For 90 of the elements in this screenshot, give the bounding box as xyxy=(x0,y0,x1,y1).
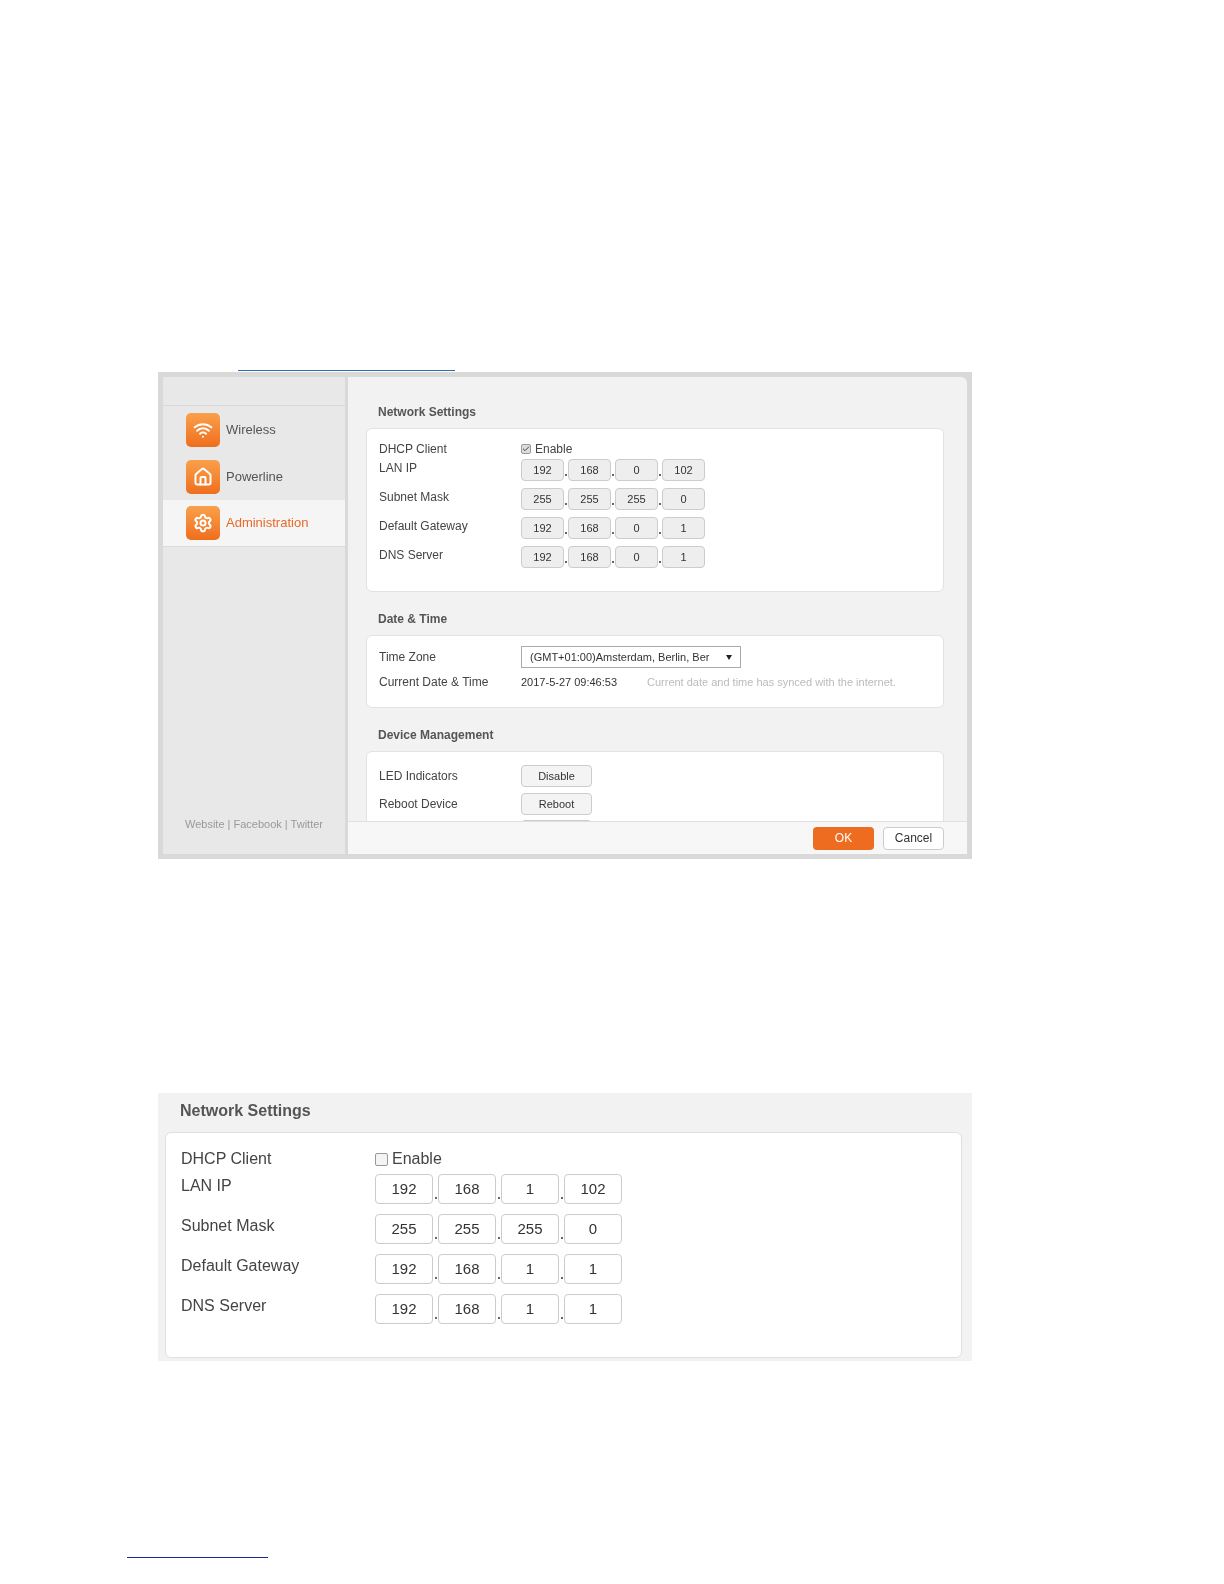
enable-checkbox[interactable] xyxy=(521,444,531,454)
octet-separator xyxy=(612,503,614,505)
field-label: LAN IP xyxy=(379,460,418,477)
device-action-button[interactable]: Reboot xyxy=(521,793,592,815)
sync-note: Current date and time has synced with the internet. xyxy=(647,674,896,690)
ip-octet-field[interactable]: 255 xyxy=(501,1214,559,1244)
ip-octet-field[interactable]: 168 xyxy=(438,1254,496,1284)
ip-octet-field[interactable]: 0 xyxy=(615,546,658,568)
octet-separator xyxy=(612,561,614,563)
enable-label: Enable xyxy=(392,1149,442,1169)
ip-octet-field[interactable]: 102 xyxy=(564,1174,622,1204)
octet-separator xyxy=(560,1197,563,1199)
enable-label: Enable xyxy=(535,441,573,458)
ip-octet-field[interactable]: 192 xyxy=(375,1174,433,1204)
octet-separator xyxy=(560,1277,563,1279)
octet-separator xyxy=(434,1317,437,1319)
octet-separator xyxy=(560,1237,563,1239)
octet-separator xyxy=(560,1317,563,1319)
octet-separator xyxy=(497,1317,500,1319)
octet-separator xyxy=(565,532,567,534)
ip-octet-field[interactable]: 1 xyxy=(501,1254,559,1284)
field-label: Default Gateway xyxy=(181,1256,301,1276)
ip-octet-field[interactable]: 0 xyxy=(615,459,658,481)
ip-octet-field[interactable]: 168 xyxy=(568,459,611,481)
ip-octet-field[interactable]: 1 xyxy=(501,1294,559,1324)
octet-separator xyxy=(659,503,661,505)
ip-octet-field[interactable]: 1 xyxy=(501,1174,559,1204)
enable-checkbox[interactable] xyxy=(375,1152,388,1166)
field-label: Subnet Mask xyxy=(181,1216,276,1236)
section-title: Network Settings xyxy=(378,404,477,421)
field-label: LED Indicators xyxy=(379,768,459,785)
field-label: Default Gateway xyxy=(379,518,469,535)
octet-separator xyxy=(565,561,567,563)
dhcp-client-label: DHCP Client xyxy=(181,1149,273,1169)
ip-octet-field[interactable]: 192 xyxy=(521,546,564,568)
field-label: LAN IP xyxy=(181,1176,233,1196)
section-title: Date & Time xyxy=(378,611,449,628)
octet-separator xyxy=(612,474,614,476)
octet-separator xyxy=(659,561,661,563)
octet-separator xyxy=(497,1197,500,1199)
octet-separator xyxy=(497,1277,500,1279)
field-label: DNS Server xyxy=(379,547,444,564)
octet-separator xyxy=(565,474,567,476)
octet-separator xyxy=(565,503,567,505)
sidebar-item[interactable]: Wireless xyxy=(163,406,345,453)
octet-separator xyxy=(659,474,661,476)
ip-octet-field[interactable]: 255 xyxy=(521,488,564,510)
ip-octet-field[interactable]: 192 xyxy=(375,1294,433,1324)
section-title: Network Settings xyxy=(180,1101,312,1121)
device-action-button[interactable]: Disable xyxy=(521,765,592,787)
octet-separator xyxy=(434,1237,437,1239)
field-label: Current Date & Time xyxy=(379,674,490,691)
dhcp-client-label: DHCP Client xyxy=(379,441,448,458)
ip-octet-field[interactable]: 255 xyxy=(438,1214,496,1244)
field-label: Time Zone xyxy=(379,649,437,666)
ip-octet-field[interactable]: 168 xyxy=(438,1174,496,1204)
wifi-icon xyxy=(186,412,220,447)
ip-octet-field[interactable]: 255 xyxy=(568,488,611,510)
ip-octet-field[interactable]: 255 xyxy=(375,1214,433,1244)
ip-octet-field[interactable]: 1 xyxy=(662,546,705,568)
octet-separator xyxy=(612,532,614,534)
ip-octet-field[interactable]: 192 xyxy=(375,1254,433,1284)
gear-icon xyxy=(186,506,220,540)
ip-octet-field[interactable]: 1 xyxy=(564,1294,622,1324)
ip-octet-field[interactable]: 168 xyxy=(568,546,611,568)
ip-octet-field[interactable]: 192 xyxy=(521,459,564,481)
date-time-value: 2017-5-27 09:46:53 xyxy=(521,674,619,690)
ip-octet-field[interactable]: 102 xyxy=(662,459,705,481)
house-icon xyxy=(186,459,220,494)
field-label: Subnet Mask xyxy=(379,489,451,506)
cancel-button[interactable]: Cancel xyxy=(883,826,944,850)
field-label: Reboot Device xyxy=(379,796,459,813)
octet-separator xyxy=(434,1277,437,1279)
ip-octet-field[interactable]: 255 xyxy=(615,488,658,510)
ip-octet-field[interactable]: 168 xyxy=(568,517,611,539)
octet-separator xyxy=(659,532,661,534)
ip-octet-field[interactable]: 1 xyxy=(662,517,705,539)
ip-octet-field[interactable]: 1 xyxy=(564,1254,622,1284)
octet-separator xyxy=(497,1237,500,1239)
field-label: DNS Server xyxy=(181,1296,268,1316)
dropdown-caret-icon xyxy=(726,654,732,660)
ip-octet-field[interactable]: 168 xyxy=(438,1294,496,1324)
section-title: Device Management xyxy=(378,727,495,744)
ip-octet-field[interactable]: 0 xyxy=(662,488,705,510)
ip-octet-field[interactable]: 0 xyxy=(615,517,658,539)
ip-octet-field[interactable]: 192 xyxy=(521,517,564,539)
octet-separator xyxy=(434,1197,437,1199)
sidebar-item[interactable]: Powerline xyxy=(163,453,345,500)
ip-octet-field[interactable]: 0 xyxy=(564,1214,622,1244)
time-zone-dropdown[interactable]: (GMT+01:00)Amsterdam, Berlin, Ber xyxy=(521,646,741,668)
